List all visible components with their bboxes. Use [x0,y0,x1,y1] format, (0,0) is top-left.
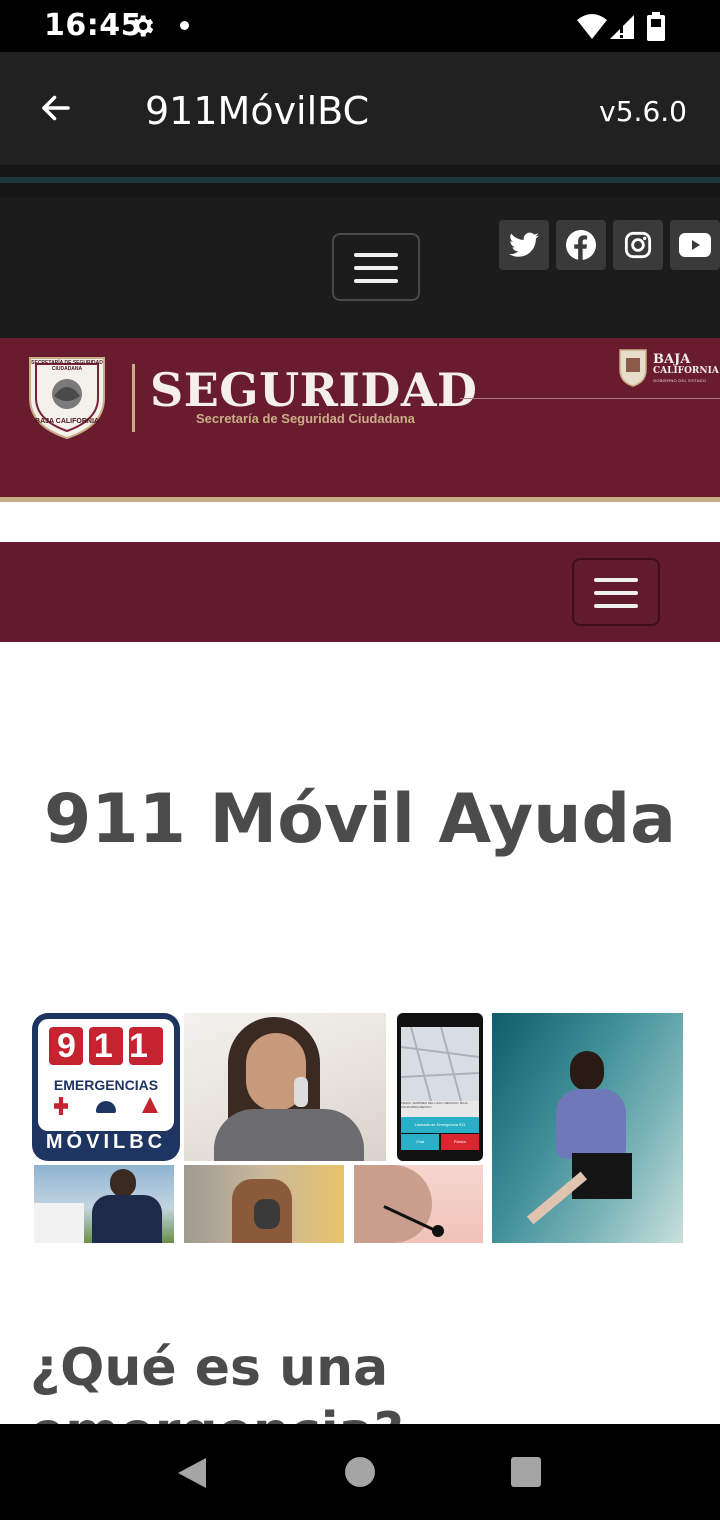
headset-operator-photo [354,1165,483,1243]
state-name-line1: BAJA [653,352,691,367]
woman-on-phone-photo [184,1013,386,1161]
battery-icon [647,12,665,41]
seal-top-text: SECRETARÍA DE SEGURIDAD CIUDADANA [31,360,103,372]
youtube-icon [679,233,711,257]
phone-call-button: Llamada de Emergencia 911 [401,1117,479,1133]
phone-chat-button: Chat [401,1134,439,1150]
state-small-text: GOBIERNO DEL ESTADO [653,378,707,383]
header-accent-line [0,177,720,183]
menu-line [594,591,638,595]
android-navigation-bar [0,1424,720,1520]
state-name-line2: CALIFORNIA [653,366,719,376]
home-circle-icon[interactable] [344,1456,376,1488]
seguridad-banner: SECRETARÍA DE SEGURIDAD CIUDADANA BAJA C… [0,338,720,498]
logo-number-text: 911 [57,1027,166,1065]
seal-bottom-text: BAJA CALIFORNIA [35,418,99,425]
baja-california-shield-icon [619,349,647,387]
settings-gear-icon [133,15,154,37]
twitter-link[interactable] [499,220,549,270]
app-version: v5.6.0 [599,95,687,128]
top-menu-toggle-button[interactable] [332,233,420,301]
phone-panic-button: Pánico [441,1134,479,1150]
youtube-link[interactable] [670,220,720,270]
wifi-icon [577,14,607,39]
instagram-icon [624,231,652,259]
menu-line [594,578,638,582]
menu-line [354,253,398,257]
facebook-icon [566,230,596,260]
app-screenshot-phone: FRACC JARDINES DEL LAGO, MEXICALI, BAJA … [397,1013,483,1161]
woman-sitting-photo [492,1013,683,1243]
instagram-link[interactable] [613,220,663,270]
status-bar: 16:45 [0,0,720,52]
cell-signal-icon [610,15,634,39]
app-bar: 911MóvilBC v5.6.0 [0,52,720,165]
logo-brand: MÓVILBC [45,1131,167,1153]
banner-title: SEGURIDAD [150,363,478,417]
menu-line [354,279,398,283]
app-title: 911MóvilBC [145,89,370,133]
notification-dot-icon [180,21,189,30]
back-triangle-icon[interactable] [176,1456,208,1490]
logo-word: EMERGENCIAS [53,1077,159,1093]
main-menu-toggle-button[interactable] [572,558,660,626]
banner-rule [460,398,720,399]
back-arrow-icon[interactable] [38,90,74,126]
911-movilbc-logo: 911 EMERGENCIAS MÓVILBC [32,1013,180,1161]
collage-image: 911 EMERGENCIAS MÓVILBC FRACC JARDINES D… [32,1013,683,1243]
phone-address-text: FRACC JARDINES DEL LAGO, MEXICALI, BAJA … [401,1101,479,1117]
banner-divider [132,364,135,432]
top-navigation [0,197,720,338]
page-heading: 911 Móvil Ayuda [43,780,677,859]
police-officer-photo [34,1165,174,1243]
recents-square-icon[interactable] [510,1456,542,1488]
facebook-link[interactable] [556,220,606,270]
menu-line [594,604,638,608]
menu-line [354,266,398,270]
banner-gold-border [0,497,720,502]
twitter-icon [509,232,539,257]
banner-subtitle: Secretaría de Seguridad Ciudadana [196,411,415,426]
firefighter-photo [184,1165,344,1243]
main-navigation [0,542,720,642]
